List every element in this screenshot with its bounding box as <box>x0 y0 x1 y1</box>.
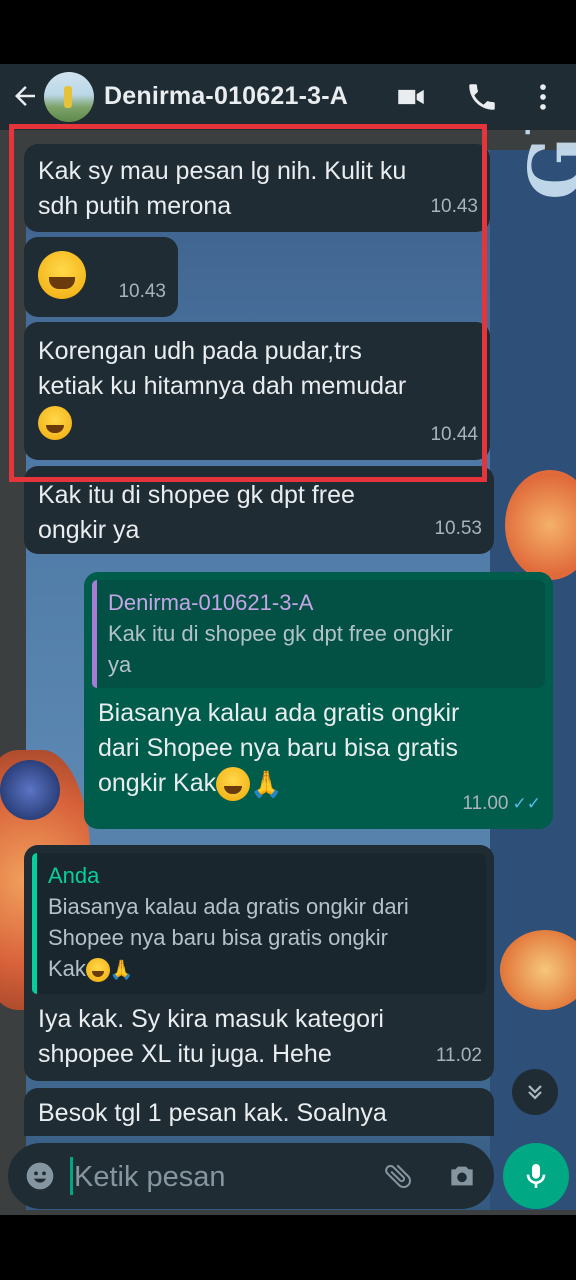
message-time-status: 11.00 ✓✓ <box>462 786 541 821</box>
smiling-face-emoji-icon <box>85 958 110 983</box>
quoted-message[interactable]: Denirma-010621-3-A Kak itu di shopee gk … <box>92 580 545 688</box>
scroll-to-bottom-button[interactable] <box>512 1069 558 1115</box>
message-time: 11.02 <box>435 1045 482 1066</box>
message-time: 10.53 <box>434 518 482 539</box>
voice-message-button[interactable] <box>503 1143 569 1209</box>
folded-hands-emoji-icon: 🙏 <box>109 959 134 981</box>
emoji-picker-icon[interactable] <box>24 1160 56 1192</box>
highlight-box <box>9 124 487 482</box>
quoted-sender: Anda <box>48 863 100 888</box>
message-input-bar[interactable]: Ketik pesan <box>8 1143 494 1209</box>
message-time: 11.00 <box>462 793 509 814</box>
read-receipt-icon: ✓✓ <box>512 794 542 813</box>
more-options-icon[interactable] <box>526 80 560 114</box>
contact-name[interactable]: Denirma-010621-3-A <box>104 82 348 111</box>
quoted-sender: Denirma-010621-3-A <box>108 590 314 615</box>
navigation-bar <box>0 1215 576 1280</box>
quoted-message[interactable]: Anda Biasanya kalau ada gratis ongkir da… <box>32 853 486 994</box>
wallpaper-berry <box>0 760 60 820</box>
phone-call-icon[interactable] <box>465 80 499 114</box>
contact-avatar[interactable] <box>44 72 94 122</box>
double-chevron-down-icon <box>528 1085 542 1100</box>
camera-icon[interactable] <box>446 1160 478 1192</box>
status-bar <box>0 0 576 64</box>
avatar-figure <box>64 86 72 108</box>
back-arrow-icon[interactable] <box>10 81 40 111</box>
wallpaper-brand: Gluta <box>514 130 576 200</box>
chat-header: Denirma-010621-3-A <box>0 64 576 130</box>
message-text: Besok tgl 1 pesan kak. Soalnya <box>38 1099 387 1127</box>
message-text: Kak itu di shopee gk dpt free ongkir ya <box>38 481 355 544</box>
folded-hands-emoji-icon: 🙏 <box>250 768 283 799</box>
message-input[interactable]: Ketik pesan <box>74 1161 226 1194</box>
smiling-face-emoji-icon <box>216 767 251 802</box>
message-bubble-incoming[interactable]: Anda Biasanya kalau ada gratis ongkir da… <box>24 845 494 1081</box>
message-text: Iya kak. Sy kira masuk kategori shpopee … <box>38 1004 384 1068</box>
video-call-icon[interactable] <box>394 80 428 114</box>
message-bubble-outgoing[interactable]: Denirma-010621-3-A Kak itu di shopee gk … <box>84 572 553 829</box>
attachment-icon[interactable] <box>382 1160 414 1192</box>
microphone-icon <box>526 1164 546 1188</box>
text-cursor <box>70 1157 73 1195</box>
message-bubble-incoming[interactable]: Besok tgl 1 pesan kak. Soalnya <box>24 1088 494 1136</box>
quoted-text: Kak itu di shopee gk dpt free ongkir ya <box>108 621 453 677</box>
